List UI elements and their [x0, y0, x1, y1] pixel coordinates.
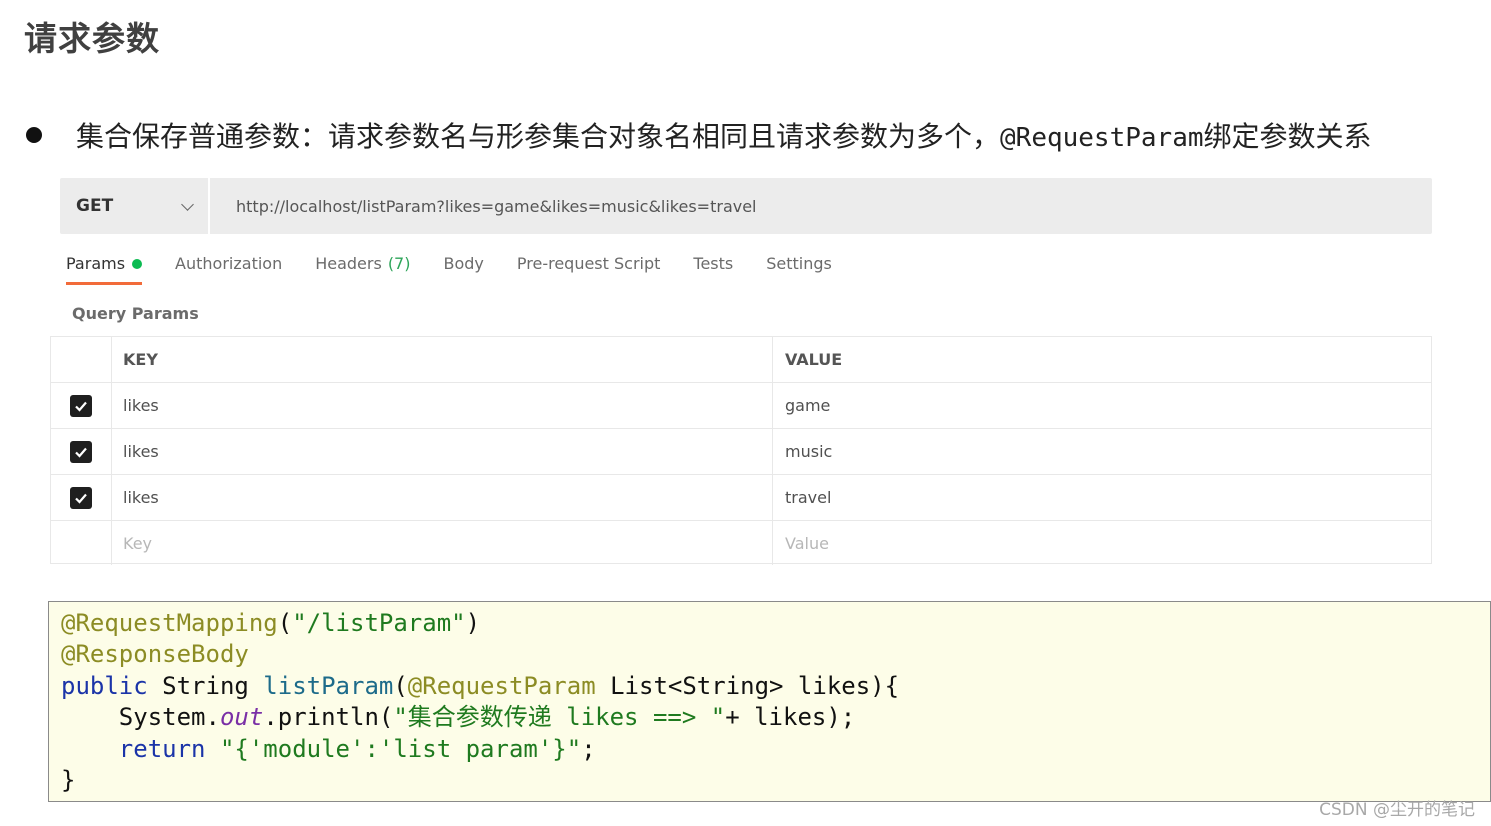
- request-tabs: Params Authorization Headers (7) Body Pre…: [66, 254, 865, 294]
- code-line: }: [61, 766, 76, 795]
- key-cell[interactable]: likes: [111, 383, 773, 428]
- tab-label: Settings: [766, 254, 832, 273]
- tab-params[interactable]: Params: [66, 254, 143, 285]
- checkmark-icon: [75, 493, 87, 504]
- method-select[interactable]: GET: [60, 178, 210, 234]
- tab-label: Pre-request Script: [516, 254, 661, 273]
- value-cell[interactable]: game: [773, 383, 1431, 428]
- bullet-text: 集合保存普通参数：请求参数名与形参集合对象名相同且请求参数为多个，@Reques…: [76, 120, 1372, 153]
- key-cell[interactable]: likes: [111, 475, 773, 520]
- tab-label: Authorization: [175, 254, 283, 273]
- code-line: public String listParam(@RequestParam Li…: [61, 671, 900, 700]
- code-line: System.out.println("集合参数传递 likes ==> "+ …: [61, 703, 856, 732]
- checkbox[interactable]: [70, 394, 92, 417]
- active-indicator-dot-icon: [132, 258, 143, 269]
- tab-label: Body: [443, 254, 484, 273]
- table-row: likes music: [51, 429, 1431, 475]
- header-checkbox-cell: [51, 337, 112, 382]
- code-line: @RequestMapping("/listParam"): [61, 609, 481, 637]
- url-input[interactable]: http://localhost/listParam?likes=game&li…: [236, 178, 757, 234]
- checkmark-icon: [75, 401, 87, 412]
- value-cell[interactable]: travel: [773, 475, 1431, 520]
- query-params-table: KEY VALUE likes game likes music likes t…: [50, 336, 1432, 565]
- tab-label: Tests: [693, 254, 734, 273]
- tab-settings[interactable]: Settings: [766, 254, 832, 285]
- tab-label: Headers: [315, 254, 382, 273]
- tab-label: Params: [66, 254, 126, 273]
- table-row: likes travel: [51, 475, 1431, 521]
- method-label: GET: [76, 196, 114, 216]
- table-row: likes game: [51, 383, 1431, 429]
- url-bar: GET http://localhost/listParam?likes=gam…: [60, 178, 1432, 234]
- checkbox[interactable]: [70, 440, 92, 463]
- value-cell[interactable]: music: [773, 429, 1431, 474]
- checkmark-icon: [75, 447, 87, 458]
- watermark: CSDN @尘开的笔记: [1319, 800, 1475, 820]
- code-block: @RequestMapping("/listParam") @ResponseB…: [48, 601, 1491, 802]
- bullet-point: 集合保存普通参数：请求参数名与形参集合对象名相同且请求参数为多个，@Reques…: [24, 112, 1484, 158]
- value-input[interactable]: Value: [773, 521, 1431, 565]
- new-param-row: Key Value: [51, 521, 1431, 565]
- tab-tests[interactable]: Tests: [693, 254, 733, 285]
- key-cell[interactable]: likes: [111, 429, 773, 474]
- row-checkbox-cell: [51, 475, 112, 520]
- key-input[interactable]: Key: [111, 521, 773, 565]
- tab-body[interactable]: Body: [443, 254, 483, 285]
- value-column-header: VALUE: [785, 350, 843, 369]
- chevron-down-icon: [181, 197, 194, 211]
- checkbox[interactable]: [70, 486, 92, 509]
- query-params-label: Query Params: [72, 304, 199, 323]
- tab-authorization[interactable]: Authorization: [175, 254, 282, 285]
- headers-count-badge: (7): [387, 254, 411, 273]
- row-checkbox-cell: [51, 429, 112, 474]
- tab-headers[interactable]: Headers (7): [315, 254, 410, 285]
- postman-request-panel: GET http://localhost/listParam?likes=gam…: [48, 166, 1434, 565]
- row-checkbox-cell: [51, 383, 112, 428]
- tab-pre-request-script[interactable]: Pre-request Script: [517, 254, 661, 285]
- code-line: @ResponseBody: [61, 640, 249, 669]
- table-header-row: KEY VALUE: [51, 337, 1431, 383]
- page-title: 请求参数: [24, 19, 160, 58]
- bullet-icon: [26, 127, 42, 143]
- row-checkbox-cell: [51, 521, 112, 565]
- key-column-header: KEY: [111, 337, 773, 382]
- code-line: return "{'module':'list param'}";: [61, 734, 596, 763]
